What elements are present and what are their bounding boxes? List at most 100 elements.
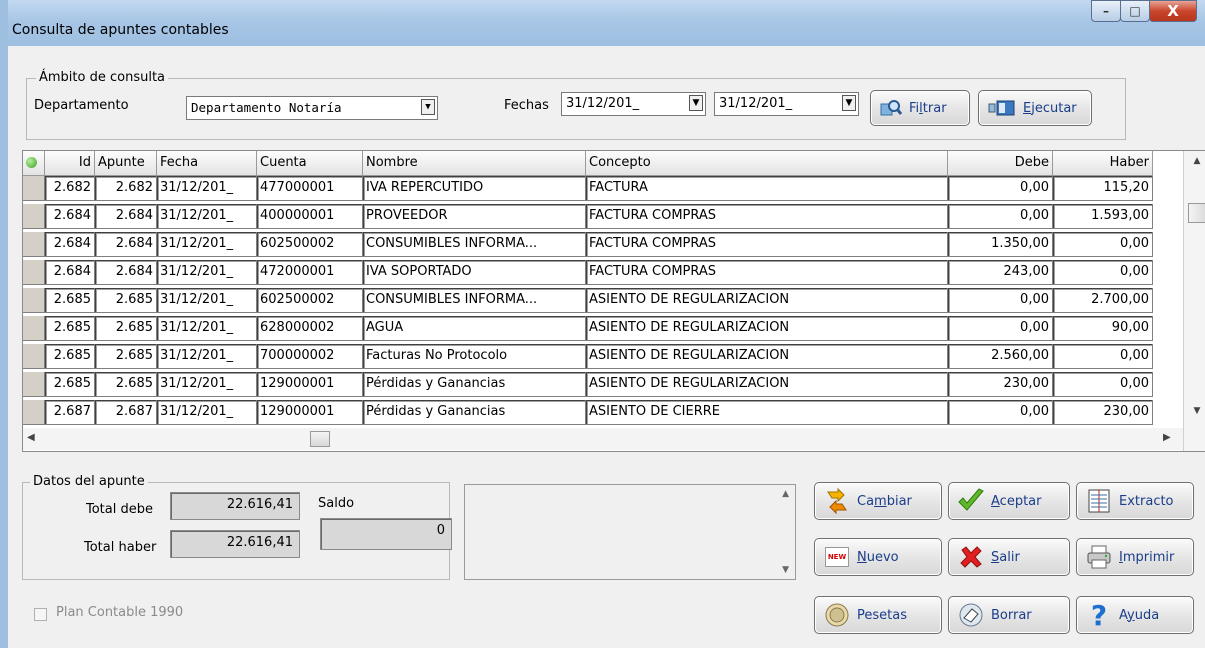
table-cell[interactable]: 2.684 <box>45 260 95 285</box>
table-cell[interactable]: 0,00 <box>1053 344 1153 369</box>
table-cell[interactable]: 0,00 <box>948 316 1053 341</box>
table-cell[interactable]: 2.684 <box>45 204 95 229</box>
table-cell[interactable]: 1.593,00 <box>1053 204 1153 229</box>
close-button[interactable]: X <box>1149 0 1197 22</box>
table-cell[interactable]: 400000001 <box>257 204 363 229</box>
table-row[interactable]: 2.684 2.684 31/12/201_ 602500002 CONSUMIBLES… <box>23 232 1183 257</box>
chevron-down-icon[interactable]: ▼ <box>842 95 856 111</box>
table-row[interactable]: 2.684 2.684 31/12/201_ 400000001 PROVEEDOR FA… <box>23 204 1183 229</box>
table-cell[interactable]: 2.684 <box>95 204 157 229</box>
row-selector[interactable] <box>23 372 45 397</box>
table-cell[interactable]: 2.560,00 <box>948 344 1053 369</box>
pesetas-button[interactable]: Pesetas <box>814 596 942 634</box>
table-cell[interactable]: Facturas No Protocolo <box>363 344 586 369</box>
table-cell[interactable]: CONSUMIBLES INFORMA... <box>363 288 586 313</box>
departamento-select[interactable]: Departamento Notaría ▼ <box>186 96 438 120</box>
table-cell[interactable]: 1.350,00 <box>948 232 1053 257</box>
header-fecha[interactable]: Fecha <box>157 151 257 176</box>
table-cell[interactable]: 2.684 <box>95 260 157 285</box>
table-cell[interactable]: 115,20 <box>1053 176 1153 201</box>
apuntes-grid[interactable]: Id Apunte Fecha Cuenta Nombre Concepto D… <box>22 150 1205 452</box>
scroll-right-icon[interactable]: ▶ <box>1163 432 1171 443</box>
table-row[interactable]: 2.685 2.685 31/12/201_ 602500002 CONSUMIBLES… <box>23 288 1183 313</box>
row-selector[interactable] <box>23 400 45 425</box>
table-cell[interactable]: 602500002 <box>257 232 363 257</box>
table-cell[interactable]: ASIENTO DE REGULARIZACION <box>586 288 948 313</box>
horizontal-scrollbar[interactable]: ◀ ▶ <box>23 428 1183 450</box>
ejecutar-button[interactable]: Ejecutar <box>978 90 1092 126</box>
table-cell[interactable]: 0,00 <box>948 288 1053 313</box>
table-cell[interactable]: 31/12/201_ <box>157 288 257 313</box>
chevron-down-icon[interactable]: ▼ <box>421 99 435 115</box>
maximize-button[interactable]: □ <box>1120 0 1150 22</box>
borrar-button[interactable]: Borrar <box>948 596 1070 634</box>
filtrar-button[interactable]: Filtrar <box>870 90 970 126</box>
table-cell[interactable]: 31/12/201_ <box>157 344 257 369</box>
table-cell[interactable]: 2.685 <box>45 344 95 369</box>
table-cell[interactable]: 31/12/201_ <box>157 260 257 285</box>
row-selector[interactable] <box>23 176 45 201</box>
table-cell[interactable]: 2.700,00 <box>1053 288 1153 313</box>
table-cell[interactable]: 2.684 <box>95 232 157 257</box>
table-cell[interactable]: IVA SOPORTADO <box>363 260 586 285</box>
row-selector[interactable] <box>23 232 45 257</box>
table-cell[interactable]: 31/12/201_ <box>157 316 257 341</box>
table-cell[interactable]: 31/12/201_ <box>157 204 257 229</box>
minimize-button[interactable]: – <box>1091 0 1121 22</box>
extracto-button[interactable]: Extracto <box>1076 482 1194 520</box>
table-cell[interactable]: ASIENTO DE REGULARIZACION <box>586 316 948 341</box>
table-cell[interactable]: 31/12/201_ <box>157 372 257 397</box>
table-cell[interactable]: 31/12/201_ <box>157 176 257 201</box>
table-row[interactable]: 2.685 2.685 31/12/201_ 628000002 AGUA ASIENTO… <box>23 316 1183 341</box>
table-cell[interactable]: FACTURA COMPRAS <box>586 204 948 229</box>
salir-button[interactable]: Salir <box>948 538 1070 576</box>
header-id[interactable]: Id <box>45 151 95 176</box>
table-cell[interactable]: CONSUMIBLES INFORMA... <box>363 232 586 257</box>
imprimir-button[interactable]: Imprimir <box>1076 538 1194 576</box>
table-row[interactable]: 2.685 2.685 31/12/201_ 129000001 Pérdidas y … <box>23 372 1183 397</box>
scroll-down-icon[interactable]: ▼ <box>1184 401 1205 421</box>
table-cell[interactable]: 230,00 <box>948 372 1053 397</box>
table-cell[interactable]: 129000001 <box>257 372 363 397</box>
table-cell[interactable]: 0,00 <box>948 176 1053 201</box>
table-cell[interactable]: ASIENTO DE REGULARIZACION <box>586 344 948 369</box>
row-selector[interactable] <box>23 204 45 229</box>
table-cell[interactable]: 2.685 <box>95 372 157 397</box>
table-cell[interactable]: 628000002 <box>257 316 363 341</box>
header-concepto[interactable]: Concepto <box>586 151 948 176</box>
scroll-up-icon[interactable]: ▲ <box>1184 151 1205 171</box>
table-cell[interactable]: 700000002 <box>257 344 363 369</box>
vertical-scroll-thumb[interactable] <box>1188 203 1205 223</box>
header-nombre[interactable]: Nombre <box>363 151 586 176</box>
table-cell[interactable]: 2.685 <box>45 316 95 341</box>
table-cell[interactable]: 243,00 <box>948 260 1053 285</box>
plan-contable-checkbox[interactable] <box>34 608 47 621</box>
memo-scroll-up-icon[interactable]: ▲ <box>782 489 789 499</box>
table-cell[interactable]: 230,00 <box>1053 400 1153 425</box>
table-cell[interactable]: 2.685 <box>95 288 157 313</box>
scroll-left-icon[interactable]: ◀ <box>27 432 35 443</box>
table-cell[interactable]: 2.684 <box>45 232 95 257</box>
table-cell[interactable]: 31/12/201_ <box>157 400 257 425</box>
table-cell[interactable]: IVA REPERCUTIDO <box>363 176 586 201</box>
fecha-desde-picker[interactable]: 31/12/201_ ▼ <box>561 92 706 116</box>
ayuda-button[interactable]: ? Ayuda <box>1076 596 1194 634</box>
table-cell[interactable]: 0,00 <box>1053 232 1153 257</box>
table-cell[interactable]: AGUA <box>363 316 586 341</box>
table-cell[interactable]: ASIENTO DE CIERRE <box>586 400 948 425</box>
chevron-down-icon[interactable]: ▼ <box>689 95 703 111</box>
header-apunte[interactable]: Apunte <box>95 151 157 176</box>
notes-memo[interactable]: ▲ ▼ <box>464 484 796 580</box>
table-row[interactable]: 2.682 2.682 31/12/201_ 477000001 IVA REPERCU… <box>23 176 1183 201</box>
table-cell[interactable]: 477000001 <box>257 176 363 201</box>
table-cell[interactable]: 602500002 <box>257 288 363 313</box>
row-selector[interactable] <box>23 288 45 313</box>
table-cell[interactable]: Pérdidas y Ganancias <box>363 400 586 425</box>
vertical-scrollbar[interactable]: ▲ ▼ <box>1183 151 1205 451</box>
row-selector[interactable] <box>23 344 45 369</box>
table-row[interactable]: 2.687 2.687 31/12/201_ 129000001 Pérdidas y … <box>23 400 1183 425</box>
table-cell[interactable]: 2.685 <box>45 372 95 397</box>
table-cell[interactable]: 2.685 <box>45 288 95 313</box>
table-cell[interactable]: 2.687 <box>95 400 157 425</box>
table-cell[interactable]: ASIENTO DE REGULARIZACION <box>586 372 948 397</box>
